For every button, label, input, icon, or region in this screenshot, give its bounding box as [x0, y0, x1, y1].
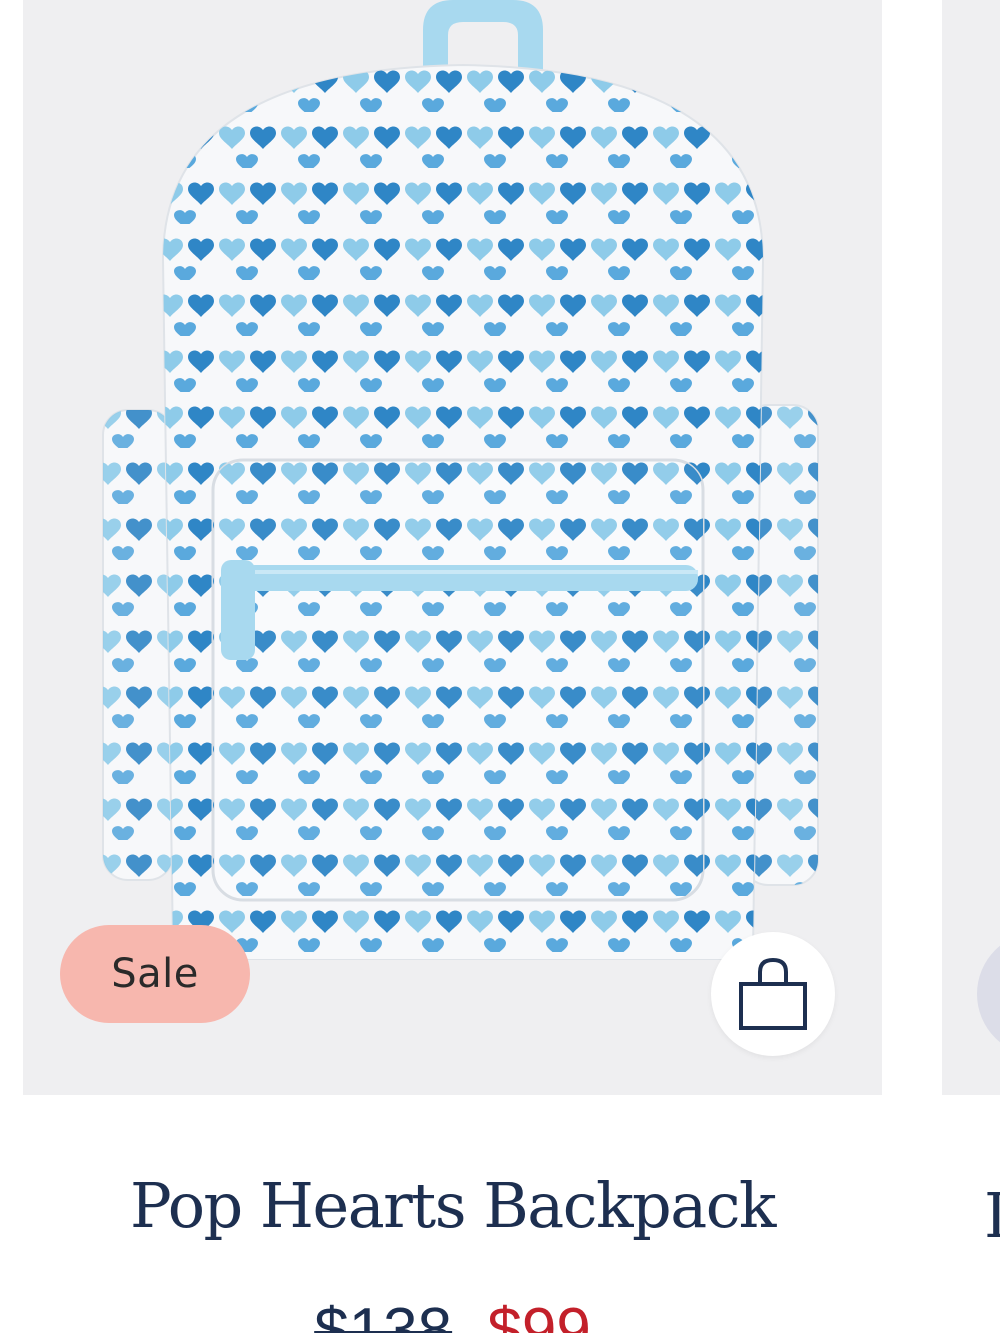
shopping-bag-icon	[735, 956, 811, 1032]
product-grid: Sale Pop Hearts Backpack $138 $99 I	[0, 0, 1000, 1333]
product-card[interactable]: Sale Pop Hearts Backpack $138 $99	[23, 0, 882, 1333]
next-product-badge	[977, 932, 1000, 1056]
next-product-card[interactable]	[942, 0, 1000, 1095]
original-price: $138	[314, 1296, 453, 1333]
next-product-title[interactable]: I	[984, 1180, 1000, 1252]
product-image-container[interactable]: Sale	[23, 0, 882, 1095]
backpack-image[interactable]	[93, 0, 823, 960]
zipper-pull	[221, 560, 255, 660]
add-to-bag-button[interactable]	[711, 932, 835, 1056]
backpack-zipper	[243, 565, 698, 591]
sale-badge-label: Sale	[111, 951, 199, 997]
price-row: $138 $99	[23, 1300, 882, 1333]
sale-price: $99	[487, 1296, 591, 1333]
sale-badge: Sale	[60, 925, 250, 1023]
product-title[interactable]: Pop Hearts Backpack	[23, 1170, 882, 1242]
